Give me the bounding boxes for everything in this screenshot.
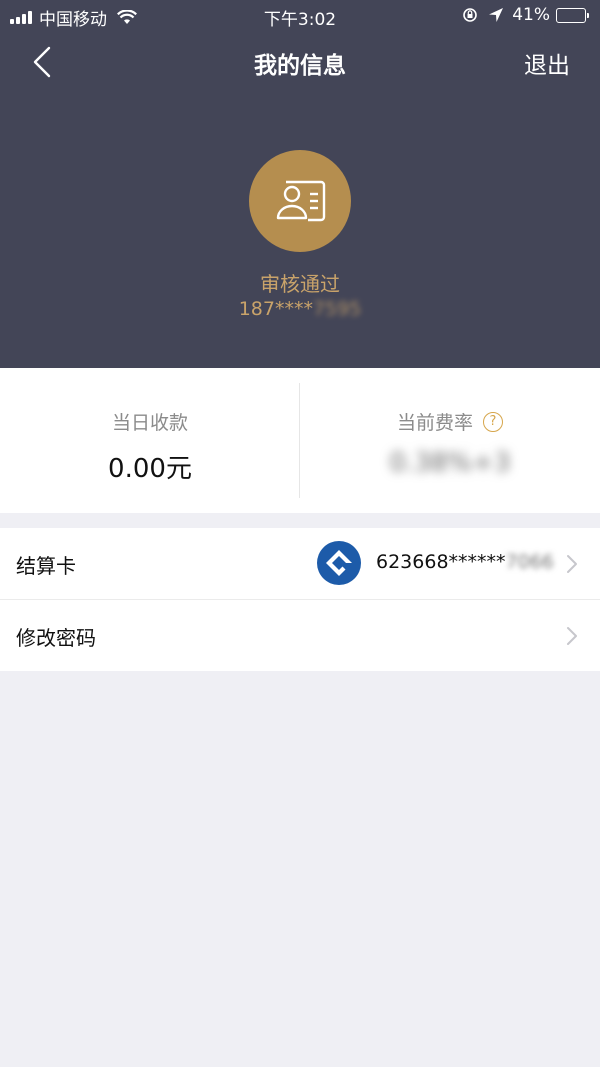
rate-value-blurred: 0.38%+3 bbox=[389, 448, 511, 478]
phone-number: 187****7595 bbox=[0, 298, 600, 320]
settlement-card-label: 结算卡 bbox=[16, 554, 76, 578]
phone-prefix: 187**** bbox=[238, 298, 313, 320]
phone-suffix-blurred: 7595 bbox=[312, 298, 362, 320]
change-password-label: 修改密码 bbox=[16, 626, 96, 650]
current-rate: 当前费率? 0.38%+3 bbox=[300, 368, 600, 513]
card-suffix-blurred: 7066 bbox=[505, 551, 554, 573]
location-icon bbox=[489, 8, 504, 22]
settlement-card-row[interactable]: 结算卡 623668******7066 bbox=[0, 528, 600, 599]
today-collection: 当日收款 0.00元 bbox=[0, 368, 300, 513]
rate-label: 当前费率 bbox=[396, 412, 473, 434]
logout-button[interactable]: 退出 bbox=[524, 46, 570, 80]
battery-icon bbox=[556, 7, 589, 23]
bank-emblem-icon bbox=[326, 550, 352, 576]
battery-percent: 41% bbox=[512, 5, 550, 25]
today-value: 0.00元 bbox=[108, 454, 192, 484]
help-icon[interactable]: ? bbox=[483, 411, 503, 432]
bank-logo-icon bbox=[317, 541, 361, 585]
avatar bbox=[249, 150, 351, 252]
status-bar: 中国移动 下午3:02 41% bbox=[0, 0, 600, 32]
change-password-row[interactable]: 修改密码 bbox=[0, 600, 600, 671]
verification-status: 审核通过 bbox=[260, 272, 340, 296]
rotation-lock-icon bbox=[463, 8, 478, 22]
chevron-right-icon bbox=[567, 627, 577, 645]
card-number: 623668******7066 bbox=[376, 551, 554, 573]
rate-label-row: 当前费率? bbox=[300, 408, 600, 435]
today-label: 当日收款 bbox=[111, 412, 188, 434]
card-prefix: 623668****** bbox=[376, 551, 506, 573]
id-card-icon bbox=[276, 180, 326, 222]
stats-panel: 当日收款 0.00元 当前费率? 0.38%+3 bbox=[0, 368, 600, 513]
page-title: 我的信息 bbox=[254, 53, 346, 79]
status-right: 41% bbox=[462, 5, 589, 25]
nav-bar: 我的信息 退出 bbox=[0, 38, 600, 86]
chevron-right-icon bbox=[567, 555, 577, 573]
